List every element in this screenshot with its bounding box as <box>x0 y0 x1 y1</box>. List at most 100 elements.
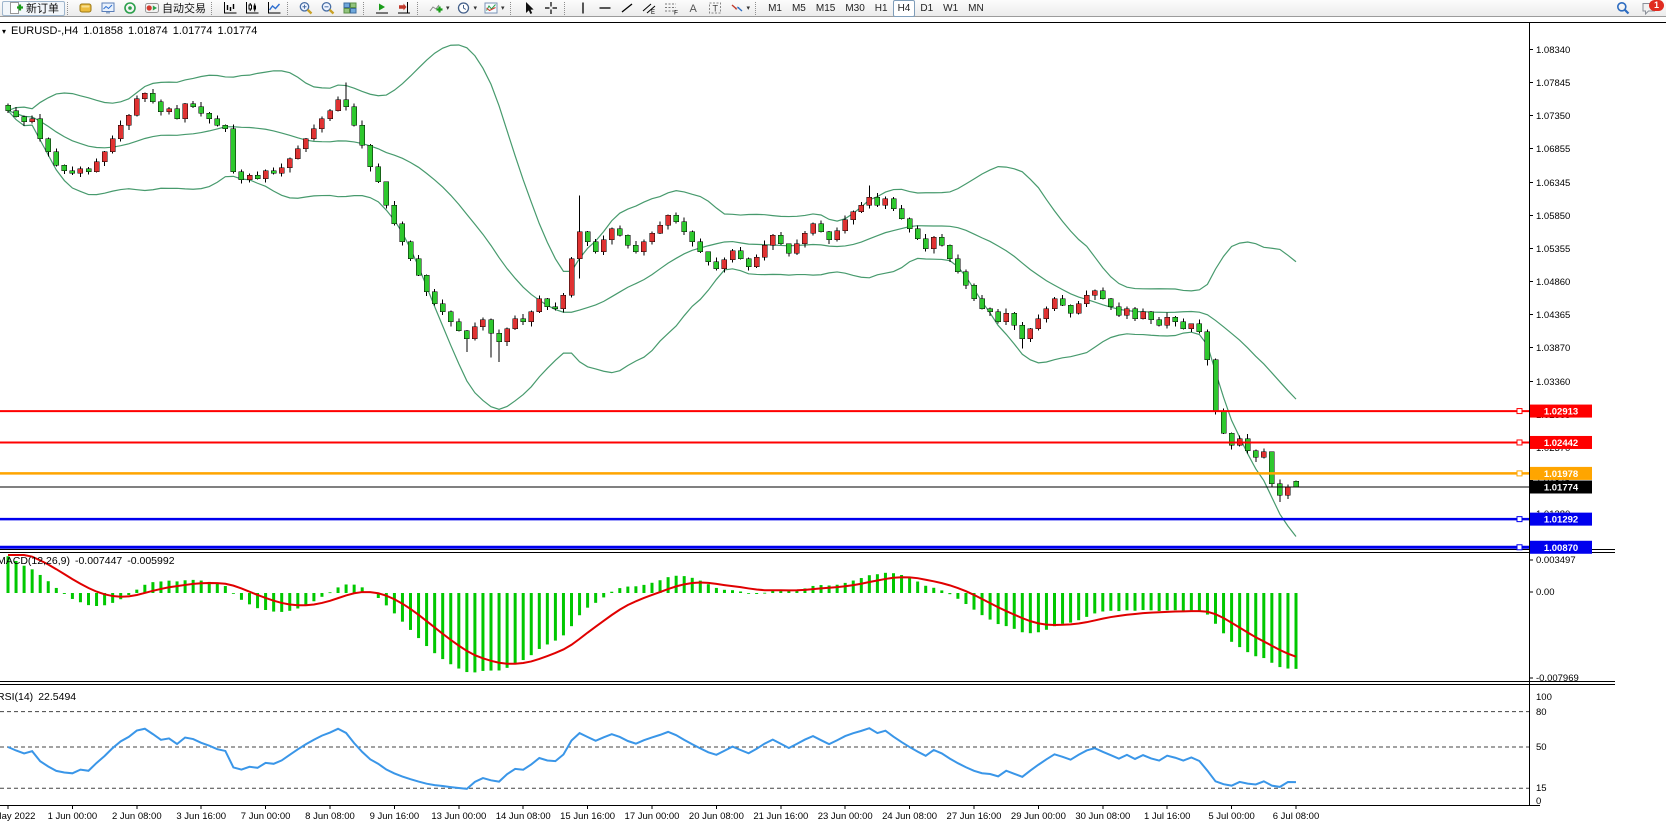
candle-up <box>328 111 333 119</box>
candlestick-mode-button[interactable] <box>241 1 263 16</box>
bar-chart-mode-button[interactable] <box>219 1 241 16</box>
add-indicator-icon <box>428 1 444 15</box>
auto-scroll-button[interactable] <box>371 1 393 16</box>
tf-button-M15[interactable]: M15 <box>811 0 840 17</box>
candle-up <box>883 199 888 206</box>
auto-trading-button[interactable]: 自动交易 <box>141 1 209 16</box>
candle-down <box>6 105 11 110</box>
tf-button-H4[interactable]: H4 <box>893 0 916 17</box>
vertical-line-tool-button[interactable] <box>572 1 594 16</box>
candle-down <box>14 111 19 117</box>
tf-button-M1[interactable]: M1 <box>763 0 787 17</box>
candle-up <box>577 232 582 259</box>
toolbar-grip <box>67 2 72 15</box>
macd-histogram-bar <box>578 593 581 615</box>
macd-histogram-bar <box>675 576 678 593</box>
hline-handle[interactable] <box>1517 471 1522 476</box>
hline-handle[interactable] <box>1517 545 1522 550</box>
macd-value-signal: -0.005992 <box>127 555 174 567</box>
hline-handle[interactable] <box>1517 517 1522 522</box>
macd-histogram-bar <box>272 593 275 612</box>
template-icon <box>483 1 499 15</box>
tf-button-H1[interactable]: H1 <box>870 0 893 17</box>
macd-histogram-bar <box>127 593 130 595</box>
candle-down <box>1221 412 1226 433</box>
zoom-in-button[interactable] <box>295 1 317 16</box>
quote-low: 1.01774 <box>173 25 213 37</box>
navigator-button[interactable] <box>119 1 141 16</box>
text-tool-button[interactable]: A <box>682 1 704 16</box>
macd-histogram-bar <box>1013 593 1016 629</box>
candle-up <box>1141 312 1146 319</box>
macd-axis-label: -0.007969 <box>1536 673 1579 684</box>
candle-down <box>1269 452 1274 484</box>
cursor-tool-button[interactable] <box>518 1 540 16</box>
timeframe-menu-button[interactable]: ▾ <box>453 1 481 16</box>
channel-tool-button[interactable]: E <box>638 1 660 16</box>
candle-up <box>601 240 606 252</box>
svg-text:E: E <box>651 10 655 15</box>
macd-histogram-bar <box>224 586 227 593</box>
candle-down <box>996 312 1001 322</box>
tile-windows-button[interactable] <box>339 1 361 16</box>
time-axis-label: 15 Jun 16:00 <box>560 811 615 822</box>
candle-down <box>1213 360 1218 412</box>
macd-histogram-bar <box>594 593 597 603</box>
macd-histogram-bar <box>465 593 468 672</box>
candle-up <box>931 237 936 248</box>
crosshair-tool-button[interactable] <box>540 1 562 16</box>
price-axis-label: 1.07845 <box>1536 78 1570 89</box>
text-label-tool-button[interactable]: T <box>704 1 726 16</box>
search-button[interactable] <box>1612 1 1634 16</box>
macd-histogram-bar <box>1270 593 1273 663</box>
chart-expander-icon[interactable]: ▾ <box>2 27 6 36</box>
hline-handle[interactable] <box>1517 440 1522 445</box>
tf-button-MN[interactable]: MN <box>963 0 989 17</box>
tf-button-M30[interactable]: M30 <box>840 0 869 17</box>
time-axis-label: 30 Jun 08:00 <box>1075 811 1130 822</box>
macd-histogram-bar <box>87 593 90 605</box>
macd-histogram-bar <box>908 578 911 593</box>
candle-down <box>416 259 421 276</box>
tf-button-D1[interactable]: D1 <box>915 0 938 17</box>
macd-histogram-bar <box>924 586 927 593</box>
candle-up <box>641 242 646 252</box>
macd-histogram-bar <box>530 593 533 655</box>
candle-down <box>593 242 598 252</box>
macd-histogram-bar <box>836 585 839 593</box>
hline-handle[interactable] <box>1517 409 1522 414</box>
data-window-button[interactable] <box>97 1 119 16</box>
macd-histogram-bar <box>1238 593 1241 647</box>
macd-histogram-bar <box>892 573 895 593</box>
market-watch-button[interactable] <box>75 1 97 16</box>
trendline-tool-button[interactable] <box>616 1 638 16</box>
horizontal-line-tool-button[interactable] <box>594 1 616 16</box>
rsi-axis-label: 15 <box>1536 783 1547 794</box>
macd-histogram-bar <box>586 593 589 608</box>
macd-histogram-bar <box>755 593 758 594</box>
candle-down <box>674 215 679 222</box>
candle-up <box>1052 299 1057 309</box>
time-axis-label: 3 Jun 16:00 <box>176 811 226 822</box>
chart-shift-button[interactable] <box>393 1 415 16</box>
price-chart[interactable]: 1.083401.078451.073501.068551.063451.058… <box>0 0 1666 828</box>
fibonacci-tool-button[interactable]: F <box>660 1 682 16</box>
time-axis[interactable]: 30 May 20221 Jun 00:002 Jun 08:003 Jun 1… <box>0 806 1319 823</box>
line-chart-mode-button[interactable] <box>263 1 285 16</box>
tf-button-M5[interactable]: M5 <box>787 0 811 17</box>
zoom-out-button[interactable] <box>317 1 339 16</box>
new-order-button[interactable]: 新订单 <box>2 1 65 16</box>
macd-histogram-bar <box>320 593 323 597</box>
chat-button[interactable]: 1 <box>1638 1 1660 16</box>
templates-button[interactable]: ▾ <box>480 1 508 16</box>
candle-up <box>1092 291 1097 296</box>
arrows-tool-button[interactable]: ▾ <box>726 1 754 16</box>
macd-histogram-bar <box>860 578 863 593</box>
price-axis[interactable]: 1.083401.078451.073501.068551.063451.058… <box>1529 45 1579 807</box>
tf-button-W1[interactable]: W1 <box>938 0 963 17</box>
candle-up <box>537 299 542 312</box>
sonar-icon <box>122 1 138 15</box>
price-axis-label: 1.07350 <box>1536 111 1570 122</box>
add-indicator-button[interactable]: ▾ <box>425 1 453 16</box>
candle-up <box>183 104 188 119</box>
